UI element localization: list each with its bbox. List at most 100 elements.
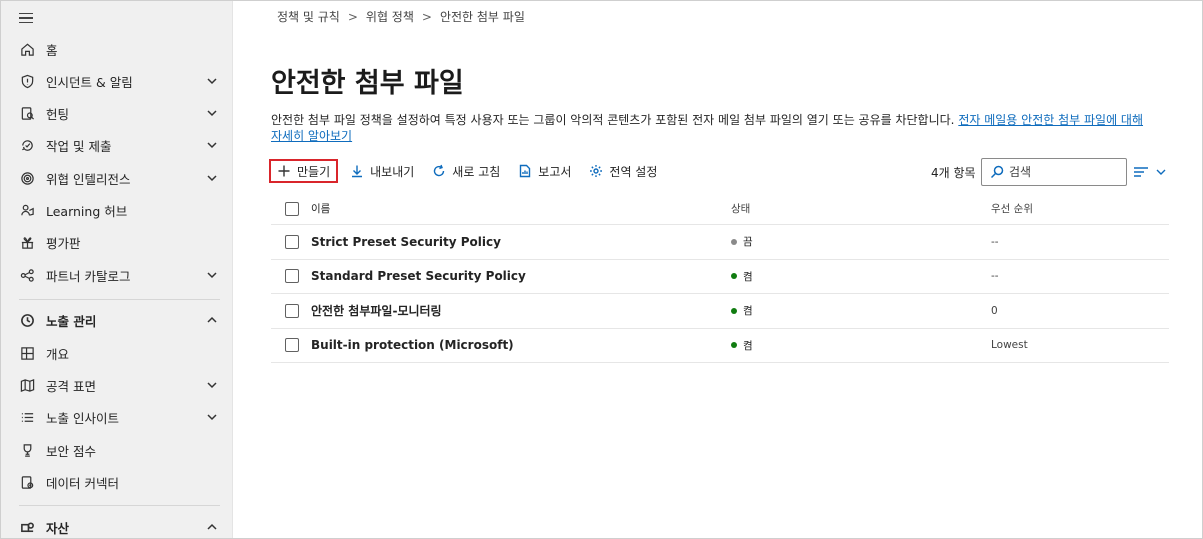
row-checkbox[interactable] [285,269,299,284]
sidebar-item-label: 헌팅 [46,106,70,122]
list-view-icon [1134,167,1148,177]
sidebar-item-partner-catalog[interactable]: 파트너 카탈로그 [1,260,232,290]
select-all-checkbox[interactable] [285,201,299,216]
exposure-icon [19,312,35,328]
table-header-row: 이름 상태 우선 순위 [271,193,1169,225]
sidebar-item-learning-hub[interactable]: Learning 허브 [1,195,232,225]
gear-icon [590,165,603,177]
search-input[interactable] [1009,165,1119,179]
status-text: 켬 [743,305,753,318]
sidebar-divider [19,505,220,506]
sidebar-item-label: 위협 인텔리전스 [46,171,131,187]
learning-icon [19,202,35,218]
main-content: 정책 및 규칙 > 위협 정책 > 안전한 첨부 파일 안전한 첨부 파일 안전… [233,1,1202,538]
sidebar-item-assets[interactable]: 자산 [1,512,232,538]
status-text: 켬 [743,270,753,283]
chevron-down-icon[interactable] [206,107,218,119]
trial-icon [19,234,35,250]
breadcrumb-item[interactable]: 정책 및 규칙 [277,8,340,25]
report-button[interactable]: 보고서 [512,159,577,183]
sidebar-item-overview[interactable]: 개요 [1,338,232,368]
export-button[interactable]: 내보내기 [344,159,420,183]
chevron-down-icon[interactable] [206,269,218,281]
status-text: 끔 [743,236,753,249]
create-button-label: 만들기 [297,164,331,179]
chevron-up-icon[interactable] [206,521,218,533]
chevron-down-icon[interactable] [206,139,218,151]
shield-icon [19,73,35,89]
refresh-button-label: 새로 고침 [452,164,501,179]
column-header-status[interactable]: 상태 [731,201,750,216]
list-icon [19,409,35,425]
status-cell: 켬 [731,338,753,353]
table-row[interactable]: Built-in protection (Microsoft) 켬 Lowest [271,329,1169,363]
chevron-down-icon[interactable] [206,411,218,423]
view-options-button[interactable] [1133,163,1169,181]
status-dot [731,307,737,314]
sidebar-item-label: 노출 관리 [46,313,97,329]
table-row[interactable]: Strict Preset Security Policy 끔 -- [271,225,1169,260]
policy-name[interactable]: Built-in protection (Microsoft) [311,338,514,352]
sidebar-divider [19,299,220,300]
priority-cell: -- [991,235,999,248]
refresh-button[interactable]: 새로 고침 [426,159,506,183]
sidebar-item-actions[interactable]: 작업 및 제출 [1,130,232,160]
table-row[interactable]: 안전한 첨부파일-모니터링 켬 0 [271,294,1169,329]
sidebar-item-hunting[interactable]: 헌팅 [1,98,232,128]
sidebar-item-label: Learning 허브 [46,203,128,219]
chevron-up-icon[interactable] [206,314,218,326]
sidebar-item-label: 공격 표면 [46,378,96,394]
connector-icon [19,474,35,490]
sidebar-item-attack-surface[interactable]: 공격 표면 [1,370,232,400]
sidebar: 홈 인시던트 & 알림 헌팅 작업 및 제출 위협 인텔리전스 Learning… [1,1,233,538]
partner-icon [19,267,35,283]
learn-more-link-text: 자세히 알아보기 [271,129,353,143]
download-icon [352,165,363,178]
row-checkbox[interactable] [285,303,299,318]
policy-name[interactable]: Standard Preset Security Policy [311,269,526,283]
policy-name[interactable]: 안전한 첨부파일-모니터링 [311,302,442,319]
policy-name[interactable]: Strict Preset Security Policy [311,235,501,249]
column-header-name[interactable]: 이름 [311,201,330,216]
create-button[interactable]: 만들기 [269,159,339,183]
breadcrumb: 정책 및 규칙 > 위협 정책 > 안전한 첨부 파일 [277,8,525,25]
hunting-icon [19,105,35,121]
row-checkbox[interactable] [285,234,299,249]
sidebar-item-secure-score[interactable]: 보안 점수 [1,435,232,465]
app-window: 홈 인시던트 & 알림 헌팅 작업 및 제출 위협 인텔리전스 Learning… [0,0,1203,539]
page-title: 안전한 첨부 파일 [271,68,464,99]
description-text: 안전한 첨부 파일 정책을 설정하여 특정 사용자 또는 그룹이 악의적 콘텐츠… [271,113,955,127]
threat-intel-icon [19,170,35,186]
chevron-down-icon[interactable] [206,379,218,391]
sidebar-item-home[interactable]: 홈 [1,34,232,64]
hamburger-menu-icon[interactable] [19,11,37,25]
column-header-priority[interactable]: 우선 순위 [991,201,1033,216]
sidebar-item-data-connectors[interactable]: 데이터 커넥터 [1,467,232,497]
global-settings-button[interactable]: 전역 설정 [583,159,663,183]
item-count: 4개 항목 [931,166,976,180]
status-dot [731,342,737,349]
status-cell: 끔 [731,234,753,249]
table-row[interactable]: Standard Preset Security Policy 켬 -- [271,260,1169,294]
priority-cell: Lowest [991,339,1028,352]
report-button-label: 보고서 [538,164,572,179]
export-button-label: 내보내기 [370,164,415,179]
breadcrumb-item[interactable]: 위협 정책 [366,8,414,25]
chevron-down-icon[interactable] [206,75,218,87]
report-icon [520,164,531,178]
policy-table: 이름 상태 우선 순위 Strict Preset Security Polic… [271,193,1169,363]
sidebar-item-exposure-insights[interactable]: 노출 인사이트 [1,402,232,432]
chevron-down-icon[interactable] [206,172,218,184]
status-text: 켬 [743,339,753,352]
search-box[interactable] [981,158,1127,186]
row-checkbox[interactable] [285,338,299,353]
priority-cell: 0 [991,304,998,317]
page-description: 안전한 첨부 파일 정책을 설정하여 특정 사용자 또는 그룹이 악의적 콘텐츠… [271,112,1171,144]
sidebar-item-label: 노출 인사이트 [46,410,119,426]
sidebar-item-trials[interactable]: 평가판 [1,227,232,257]
sidebar-item-exposure-management[interactable]: 노출 관리 [1,305,232,335]
sidebar-item-label: 작업 및 제출 [46,138,112,154]
sidebar-item-threat-intel[interactable]: 위협 인텔리전스 [1,163,232,193]
sidebar-item-label: 자산 [46,520,70,536]
sidebar-item-incidents[interactable]: 인시던트 & 알림 [1,66,232,96]
